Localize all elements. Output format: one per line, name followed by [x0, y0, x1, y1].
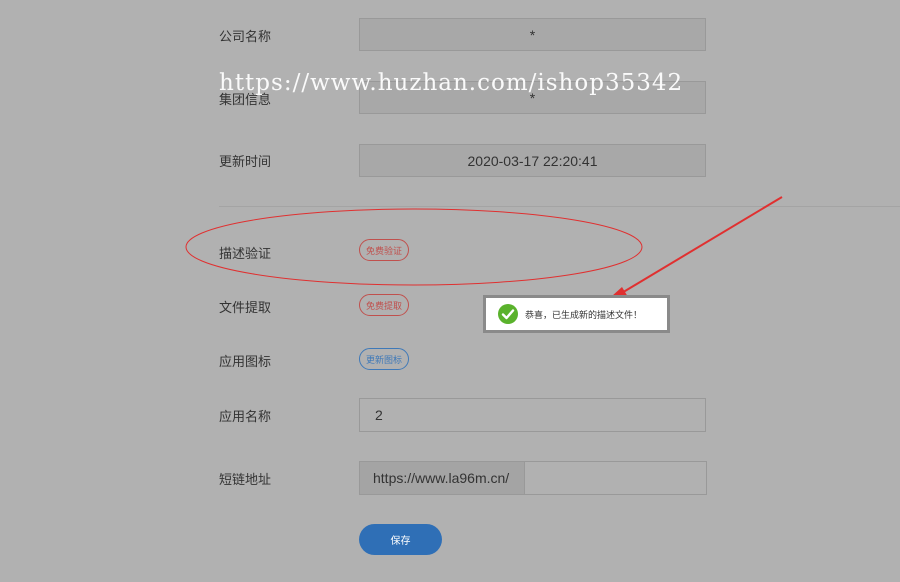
annotation-overlay [185, 196, 783, 305]
success-toast: 恭喜，已生成新的描述文件！ [483, 295, 670, 333]
check-circle-icon [498, 304, 518, 324]
annotation-ellipse [185, 208, 643, 286]
annotation-arrow-line [609, 196, 783, 301]
toast-message: 恭喜，已生成新的描述文件！ [525, 310, 643, 321]
